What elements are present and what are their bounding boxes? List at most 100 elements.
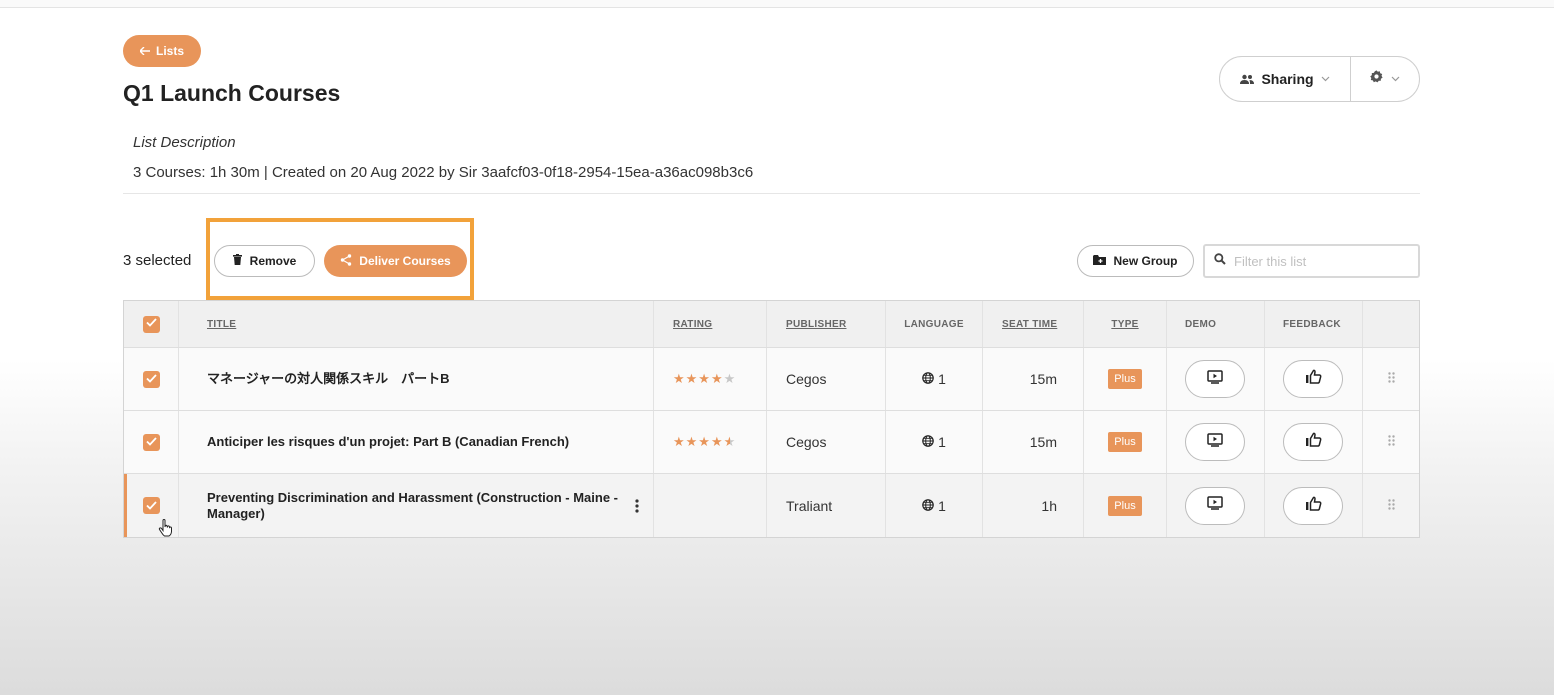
demo-cell — [1167, 411, 1265, 473]
column-header-publisher[interactable]: PUBLISHER — [767, 301, 886, 347]
check-icon — [145, 497, 157, 515]
column-header-type[interactable]: TYPE — [1084, 301, 1167, 347]
demo-button[interactable] — [1185, 423, 1245, 461]
trash-icon — [232, 254, 242, 268]
language-count[interactable]: 1 — [922, 434, 946, 450]
feedback-button[interactable] — [1283, 360, 1343, 398]
remove-button[interactable]: Remove — [214, 245, 315, 277]
column-header-label: DEMO — [1185, 318, 1217, 330]
selected-count: 3 selected — [123, 252, 192, 269]
select-all-cell — [124, 301, 179, 347]
filter-field — [1203, 244, 1420, 278]
demo-button[interactable] — [1185, 486, 1245, 525]
hand-cursor-icon — [158, 518, 174, 542]
publisher-cell: Traliant — [767, 474, 886, 537]
language-count[interactable]: 1 — [922, 371, 946, 387]
star-rating: ★★★★★ — [673, 371, 736, 387]
row-checkbox[interactable] — [142, 433, 160, 451]
drag-handle-icon[interactable] — [1387, 372, 1395, 386]
feedback-cell — [1265, 411, 1363, 473]
demo-button[interactable] — [1185, 360, 1245, 398]
deliver-courses-button[interactable]: Deliver Courses — [324, 245, 467, 277]
type-cell: Plus — [1084, 348, 1167, 410]
row-checkbox[interactable] — [142, 497, 160, 515]
drag-handle-icon[interactable] — [1387, 498, 1395, 513]
course-title[interactable]: Preventing Discrimination and Harassment… — [207, 490, 631, 522]
page-title: Q1 Launch Courses — [123, 80, 341, 106]
publisher: Traliant — [786, 497, 833, 514]
chevron-down-icon — [1321, 74, 1330, 85]
row-select-cell — [124, 348, 179, 410]
course-title[interactable]: Anticiper les risques d'un projet: Part … — [207, 434, 643, 450]
people-icon — [1240, 71, 1255, 87]
list-description-label: List Description — [133, 134, 236, 151]
type-cell: Plus — [1084, 411, 1167, 473]
courses-table: TITLE RATING PUBLISHER LANGUAGE SEAT TIM… — [123, 300, 1420, 538]
seat-time: 15m — [1029, 371, 1057, 387]
globe-icon — [922, 498, 934, 514]
rating-cell: ★★★★★ — [654, 411, 767, 473]
thumbs-up-icon — [1305, 369, 1322, 389]
folder-plus-icon — [1093, 254, 1107, 268]
kebab-icon[interactable] — [631, 498, 643, 513]
settings-button[interactable] — [1351, 57, 1419, 101]
language-cell: 1 — [886, 474, 983, 537]
check-icon — [145, 433, 157, 451]
course-title[interactable]: マネージャーの対人関係スキル パートB — [207, 371, 643, 387]
chevron-down-icon — [1391, 74, 1400, 85]
type-badge: Plus — [1108, 495, 1142, 516]
feedback-button[interactable] — [1283, 423, 1343, 461]
seat-time-cell: 15m — [983, 348, 1084, 410]
sharing-label: Sharing — [1261, 71, 1314, 87]
seat-time: 1h — [1041, 497, 1057, 514]
table-row[interactable]: Preventing Discrimination and Harassment… — [124, 474, 1419, 537]
column-header-rating[interactable]: RATING — [654, 301, 767, 347]
column-header-label: TYPE — [1111, 318, 1139, 330]
column-header-drag — [1363, 301, 1419, 347]
publisher: Cegos — [786, 371, 827, 387]
column-header-language: LANGUAGE — [886, 301, 983, 347]
select-all-checkbox[interactable] — [142, 315, 160, 333]
new-group-label: New Group — [1113, 254, 1178, 268]
filter-input[interactable] — [1234, 253, 1404, 269]
publisher: Cegos — [786, 434, 827, 450]
globe-icon — [922, 371, 934, 387]
column-header-label: LANGUAGE — [904, 318, 964, 330]
back-to-lists-button[interactable]: Lists — [123, 35, 201, 67]
share-icon — [340, 253, 352, 269]
column-header-label: PUBLISHER — [786, 318, 847, 330]
row-checkbox[interactable] — [142, 370, 160, 388]
seat-time: 15m — [1029, 434, 1057, 450]
rating-cell — [654, 474, 767, 537]
type-badge: Plus — [1108, 432, 1142, 452]
drag-cell — [1363, 348, 1419, 410]
gear-icon — [1370, 70, 1383, 88]
language-count[interactable]: 1 — [922, 498, 946, 514]
seat-time-cell: 15m — [983, 411, 1084, 473]
rating-cell: ★★★★★ — [654, 348, 767, 410]
demo-cell — [1167, 474, 1265, 537]
drag-handle-icon[interactable] — [1387, 435, 1395, 449]
globe-icon — [922, 434, 934, 450]
table-row[interactable]: マネージャーの対人関係スキル パートB ★★★★★ Cegos 1 15m Pl… — [124, 348, 1419, 411]
new-group-button[interactable]: New Group — [1077, 245, 1194, 277]
table-row[interactable]: Anticiper les risques d'un projet: Part … — [124, 411, 1419, 474]
language-cell: 1 — [886, 411, 983, 473]
sharing-button[interactable]: Sharing — [1220, 57, 1351, 101]
column-header-title[interactable]: TITLE — [179, 301, 654, 347]
type-badge: Plus — [1108, 369, 1142, 389]
remove-label: Remove — [249, 254, 297, 268]
drag-cell — [1363, 474, 1419, 537]
arrow-left-icon — [138, 44, 150, 58]
column-header-label: TITLE — [207, 318, 237, 330]
sharing-controls: Sharing — [1219, 56, 1420, 102]
column-header-seat-time[interactable]: SEAT TIME — [983, 301, 1084, 347]
deliver-courses-label: Deliver Courses — [359, 254, 451, 268]
drag-cell — [1363, 411, 1419, 473]
play-icon — [1207, 369, 1223, 389]
thumbs-up-icon — [1305, 432, 1322, 452]
column-header-label: SEAT TIME — [1002, 318, 1058, 330]
feedback-button[interactable] — [1283, 486, 1343, 525]
list-meta: 3 Courses: 1h 30m | Created on 20 Aug 20… — [133, 164, 754, 181]
course-title-cell: Anticiper les risques d'un projet: Part … — [179, 411, 654, 473]
